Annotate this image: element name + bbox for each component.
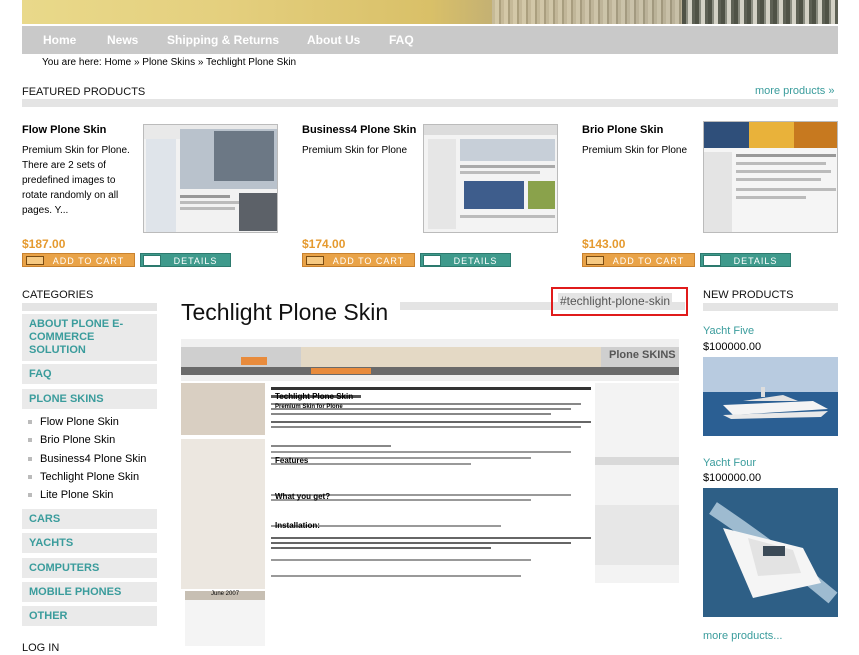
- product-thumbnail-business4: [424, 125, 557, 232]
- page-title: Techlight Plone Skin: [181, 299, 389, 325]
- magnifier-icon: [143, 255, 161, 266]
- breadcrumb-prefix: You are here:: [42, 57, 102, 68]
- cart-icon: [26, 256, 44, 265]
- product-title-business4[interactable]: Business4 Plone Skin: [302, 124, 416, 136]
- category-mobile-phones[interactable]: MOBILE PHONES: [22, 582, 157, 602]
- subcategory-flow[interactable]: Flow Plone Skin: [28, 416, 119, 428]
- breadcrumb-separator: »: [133, 57, 140, 68]
- yacht-five-image[interactable]: [703, 357, 838, 436]
- banner-photo: [682, 0, 838, 24]
- category-faq[interactable]: FAQ: [22, 364, 157, 384]
- new-products-title: NEW PRODUCTS: [703, 289, 794, 301]
- banner-texture: [492, 0, 682, 24]
- nav-home[interactable]: Home: [43, 33, 76, 47]
- product-desc-brio: Premium Skin for Plone: [582, 145, 688, 156]
- preview-calendar-month: June 2007: [211, 591, 240, 597]
- add-to-cart-button[interactable]: ADD TO CART: [22, 253, 135, 267]
- featured-divider: [22, 99, 838, 107]
- category-about[interactable]: ABOUT PLONE E-COMMERCE SOLUTION: [22, 314, 157, 361]
- subcategory-lite[interactable]: Lite Plone Skin: [28, 489, 113, 501]
- category-cars[interactable]: CARS: [22, 509, 157, 529]
- preview-canvas: [181, 339, 679, 650]
- new-products-divider: [703, 303, 838, 311]
- nav-faq[interactable]: FAQ: [389, 33, 414, 47]
- product-desc-business4: Premium Skin for Plone: [302, 145, 408, 156]
- featured-more-products-link[interactable]: more products »: [755, 85, 834, 97]
- categories-divider: [22, 303, 157, 311]
- breadcrumb-current: Techlight Plone Skin: [206, 57, 297, 68]
- login-title: LOG IN: [22, 642, 60, 654]
- breadcrumb-separator: »: [197, 57, 204, 68]
- subcategory-brio[interactable]: Brio Plone Skin: [28, 434, 115, 446]
- category-yachts[interactable]: YACHTS: [22, 533, 157, 553]
- product-preview-screenshot[interactable]: Techlight Plone Skin Premium Skin for Pl…: [181, 339, 679, 650]
- product-price-flow: $187.00: [22, 237, 66, 251]
- breadcrumb: You are here: Home » Plone Skins » Techl…: [42, 57, 296, 68]
- product-price-business4: $174.00: [302, 237, 346, 251]
- cart-icon: [306, 256, 324, 265]
- preview-what-you-get: What you get?: [275, 492, 331, 501]
- breadcrumb-home[interactable]: Home: [104, 57, 131, 68]
- product-thumbnail-brio: [704, 122, 837, 232]
- category-other[interactable]: OTHER: [22, 606, 157, 626]
- header-banner: [22, 0, 838, 24]
- add-to-cart-button[interactable]: ADD TO CART: [582, 253, 695, 267]
- product-title-flow[interactable]: Flow Plone Skin: [22, 124, 106, 136]
- product-thumbnail-flow: [144, 125, 277, 232]
- magnifier-icon: [423, 255, 441, 266]
- subcategory-techlight[interactable]: Techlight Plone Skin: [28, 471, 139, 483]
- product-image-brio[interactable]: [703, 121, 838, 233]
- new-products-more-link[interactable]: more products...: [703, 630, 782, 642]
- yacht-four-image[interactable]: [703, 488, 838, 617]
- nav-news[interactable]: News: [107, 33, 138, 47]
- product-price-brio: $143.00: [582, 237, 626, 251]
- product-image-business4[interactable]: [423, 124, 558, 233]
- preview-heading: Techlight Plone Skin: [275, 392, 354, 401]
- yacht-five-photo: [703, 357, 838, 436]
- magnifier-icon: [703, 255, 721, 266]
- subcategory-business4[interactable]: Business4 Plone Skin: [28, 453, 146, 465]
- product-title-brio[interactable]: Brio Plone Skin: [582, 124, 663, 136]
- details-button[interactable]: DETAILS: [420, 253, 511, 267]
- categories-title: CATEGORIES: [22, 289, 94, 301]
- new-product-yacht-five-price: $100000.00: [703, 341, 762, 353]
- breadcrumb-plone-skins[interactable]: Plone Skins: [142, 57, 195, 68]
- add-to-cart-button[interactable]: ADD TO CART: [302, 253, 415, 267]
- preview-brand: Plone SKINS: [609, 349, 676, 361]
- product-desc-flow: Premium Skin for Plone. There are 2 sets…: [22, 145, 130, 216]
- new-product-yacht-four-link[interactable]: Yacht Four: [703, 457, 756, 469]
- details-button[interactable]: DETAILS: [700, 253, 791, 267]
- cart-icon: [586, 256, 604, 265]
- new-product-yacht-five-link[interactable]: Yacht Five: [703, 325, 754, 337]
- preview-features: Features: [275, 456, 309, 465]
- main-navigation: Home News Shipping & Returns About Us FA…: [22, 26, 838, 54]
- yacht-four-photo: [703, 488, 838, 617]
- preview-subheading: Premium Skin for Plone: [275, 404, 343, 410]
- nav-about-us[interactable]: About Us: [307, 33, 360, 47]
- category-plone-skins[interactable]: PLONE SKINS: [22, 389, 157, 409]
- featured-products-title: FEATURED PRODUCTS: [22, 86, 146, 98]
- details-button[interactable]: DETAILS: [140, 253, 231, 267]
- highlight-box: [551, 287, 688, 316]
- new-product-yacht-four-price: $100000.00: [703, 472, 762, 484]
- category-computers[interactable]: COMPUTERS: [22, 558, 157, 578]
- product-image-flow[interactable]: [143, 124, 278, 233]
- nav-shipping-returns[interactable]: Shipping & Returns: [167, 33, 279, 47]
- preview-installation: Installation:: [275, 521, 320, 530]
